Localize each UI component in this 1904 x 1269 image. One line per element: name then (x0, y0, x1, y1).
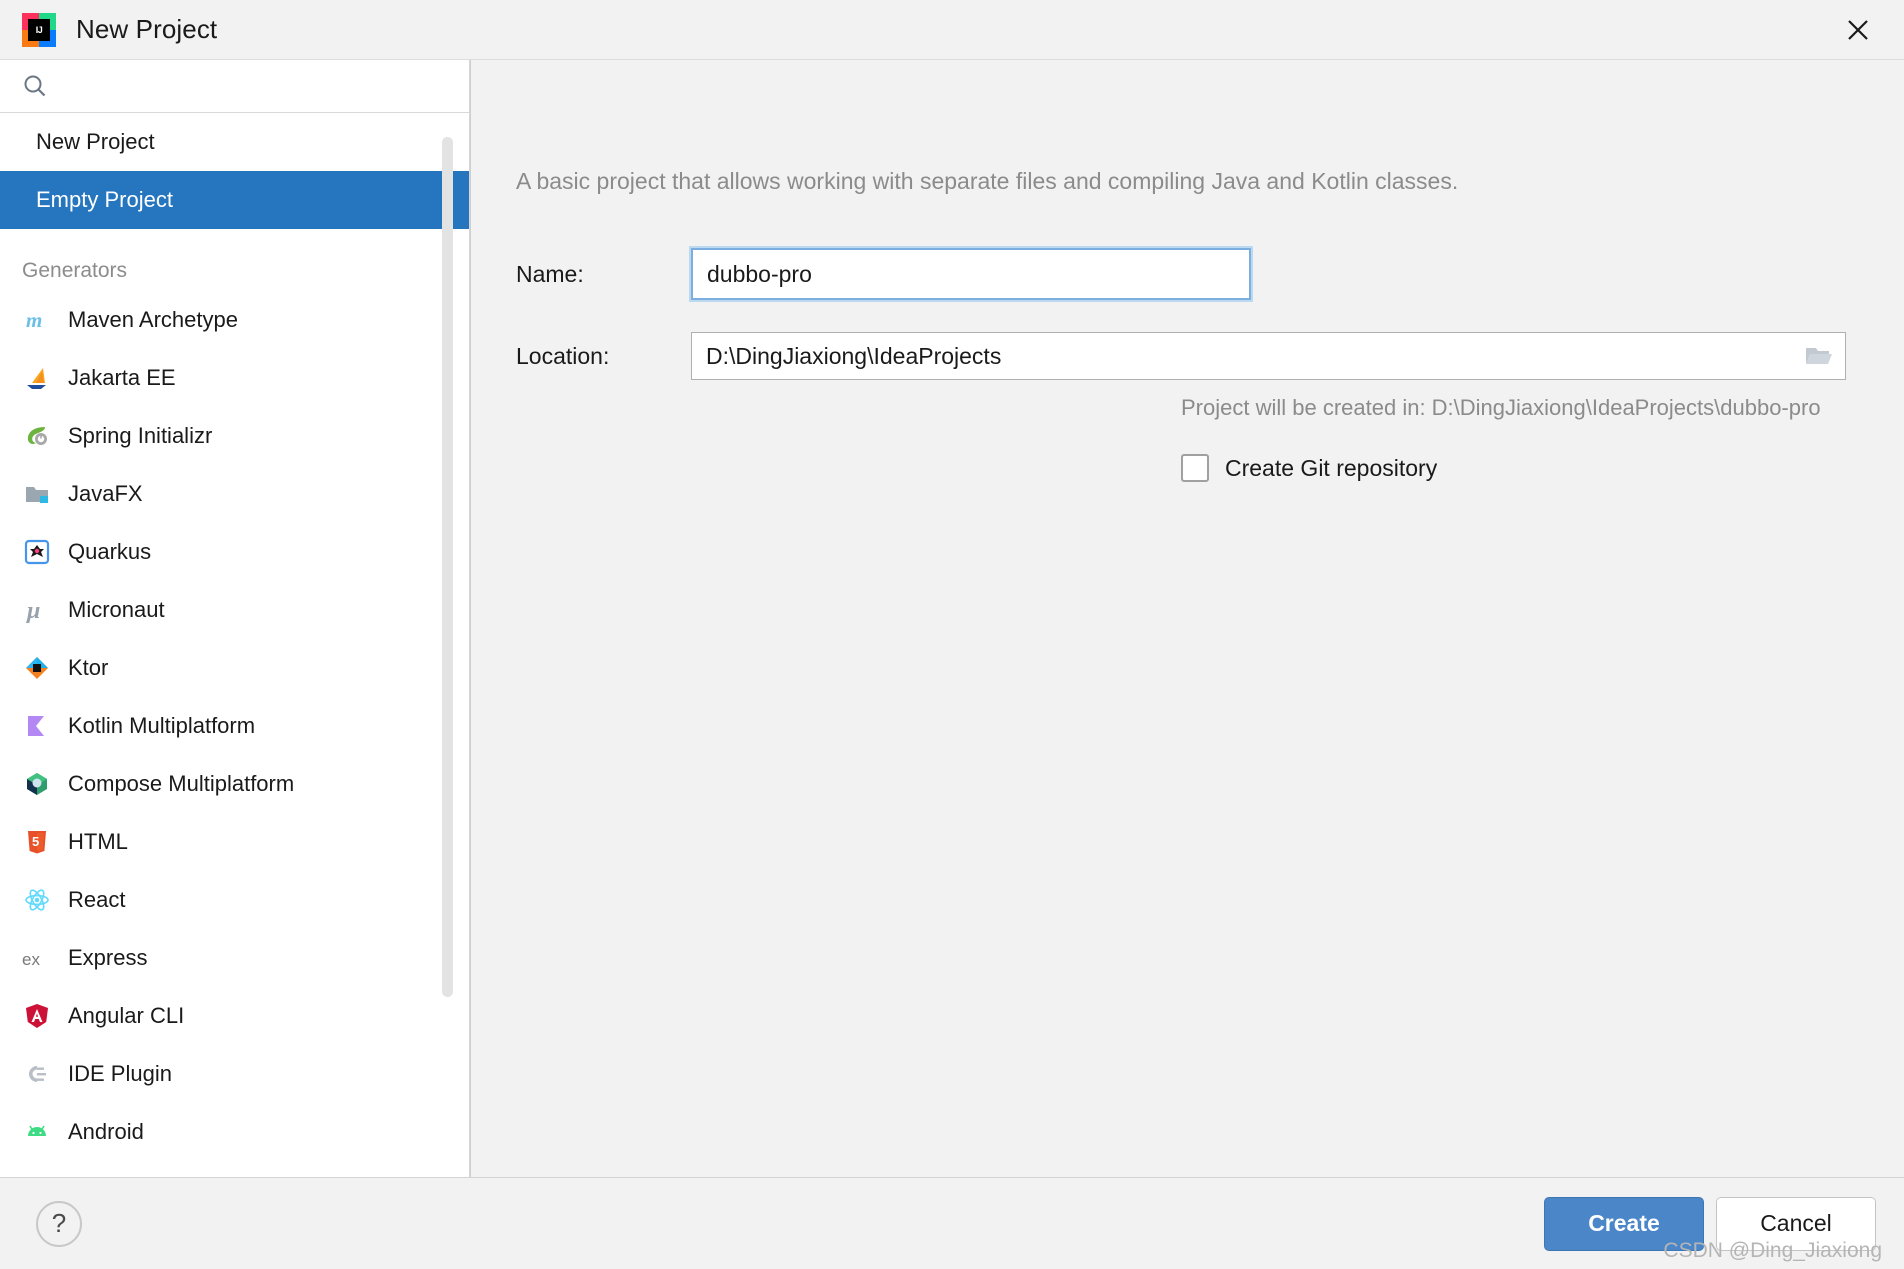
sidebar-item-new-project[interactable]: New Project (0, 113, 469, 171)
spring-icon (22, 421, 52, 451)
window-title: New Project (76, 14, 218, 44)
sidebar-item-label: Android (68, 1119, 144, 1144)
cancel-button[interactable]: Cancel (1716, 1196, 1876, 1251)
location-label: Location: (516, 342, 610, 369)
react-icon (22, 885, 52, 915)
folder-icon (1806, 348, 1832, 364)
sidebar-item-label: Maven Archetype (68, 307, 238, 332)
sidebar-item-ide-plugin[interactable]: IDE Plugin (0, 1045, 469, 1103)
left-panel: New Project Empty Project Generators m M… (0, 60, 470, 1177)
create-button[interactable]: Create (1544, 1196, 1704, 1251)
sidebar-scrollbar-thumb[interactable] (442, 137, 453, 997)
maven-icon: m (22, 305, 52, 335)
name-label: Name: (516, 260, 584, 287)
sidebar-item-label: Quarkus (68, 539, 152, 564)
sidebar-item-react[interactable]: React (0, 871, 469, 929)
sidebar-item-empty-project[interactable]: Empty Project (0, 171, 469, 229)
express-icon: ex (22, 943, 52, 973)
android-icon (22, 1117, 52, 1147)
create-git-repository-label: Create Git repository (1225, 454, 1438, 481)
intellij-idea-logo-icon: IJ (22, 12, 56, 47)
sidebar-item-label: Spring Initializr (68, 423, 213, 448)
browse-folder-button[interactable] (1793, 333, 1845, 379)
svg-text:m: m (26, 308, 42, 332)
sidebar-item-label: Ktor (68, 655, 109, 680)
logo-core-text: IJ (28, 18, 50, 41)
create-git-repository-row[interactable]: Create Git repository (1181, 454, 1437, 482)
svg-text:5: 5 (32, 834, 39, 849)
sidebar-item-label: Jakarta EE (68, 365, 176, 390)
project-description: A basic project that allows working with… (516, 168, 1459, 194)
sidebar-item-label: IDE Plugin (68, 1061, 172, 1086)
generator-nav-list: New Project Empty Project Generators m M… (0, 113, 469, 1177)
sidebar-item-maven-archetype[interactable]: m Maven Archetype (0, 291, 469, 349)
generators-group-label: Generators (22, 259, 128, 282)
sidebar-item-compose-multiplatform[interactable]: Compose Multiplatform (0, 755, 469, 813)
create-git-repository-checkbox[interactable] (1181, 454, 1209, 482)
name-input-wrapper[interactable] (691, 248, 1251, 300)
help-icon: ? (51, 1208, 67, 1238)
sidebar-item-label: JavaFX (68, 481, 143, 506)
sidebar-item-label: Kotlin Multiplatform (68, 713, 256, 738)
name-field-row: Name: (516, 248, 1251, 300)
sidebar-item-label: New Project (36, 129, 155, 154)
sidebar-item-label: React (68, 887, 126, 912)
name-input[interactable] (693, 260, 1249, 288)
sidebar-item-label: Micronaut (68, 597, 165, 622)
search-icon (24, 75, 46, 97)
sidebar-item-jakarta-ee[interactable]: Jakarta EE (0, 349, 469, 407)
sidebar-item-label: Empty Project (36, 187, 173, 212)
sidebar-item-spring-initializr[interactable]: Spring Initializr (0, 407, 469, 465)
html5-icon: 5 (22, 827, 52, 857)
sidebar-item-express[interactable]: ex Express (0, 929, 469, 987)
dialog-body: New Project Empty Project Generators m M… (0, 60, 1904, 1177)
sidebar-item-kotlin-multiplatform[interactable]: Kotlin Multiplatform (0, 697, 469, 755)
ktor-icon (22, 653, 52, 683)
sidebar-item-quarkus[interactable]: Quarkus (0, 523, 469, 581)
help-button[interactable]: ? (36, 1200, 82, 1247)
close-icon (1848, 19, 1868, 40)
sidebar-item-label: Compose Multiplatform (68, 771, 295, 796)
sidebar-item-html[interactable]: 5 HTML (0, 813, 469, 871)
plugin-icon (22, 1059, 52, 1089)
angular-icon (22, 1001, 52, 1031)
search-box[interactable] (0, 60, 469, 113)
quarkus-icon (22, 537, 52, 567)
new-project-dialog: IJ New Project New Project Empty Project… (0, 0, 1904, 1269)
svg-text:μ: μ (25, 598, 40, 624)
svg-text:ex: ex (22, 950, 40, 969)
location-input-wrapper[interactable] (691, 332, 1846, 380)
close-button[interactable] (1822, 0, 1894, 59)
location-input[interactable] (692, 342, 1793, 370)
title-bar: IJ New Project (0, 0, 1904, 60)
sidebar-item-label: Angular CLI (68, 1003, 185, 1028)
jakarta-ee-icon (22, 363, 52, 393)
right-panel: A basic project that allows working with… (470, 60, 1904, 1177)
sidebar-item-javafx[interactable]: JavaFX (0, 465, 469, 523)
sidebar-item-label: HTML (68, 829, 128, 854)
sidebar-scrollbar-track[interactable] (442, 113, 461, 1177)
sidebar-item-angular-cli[interactable]: Angular CLI (0, 987, 469, 1045)
sidebar-item-android[interactable]: Android (0, 1103, 469, 1161)
location-hint: Project will be created in: D:\DingJiaxi… (1181, 395, 1821, 420)
dialog-footer: ? Create Cancel CSDN @Ding_Jiaxiong (0, 1177, 1904, 1269)
sidebar-item-label: Express (68, 945, 148, 970)
javafx-icon (22, 479, 52, 509)
footer-actions: Create Cancel (1544, 1196, 1876, 1251)
sidebar-item-micronaut[interactable]: μ Micronaut (0, 581, 469, 639)
location-field-row: Location: (516, 332, 1846, 380)
kotlin-multiplatform-icon (22, 711, 52, 741)
compose-multiplatform-icon (22, 769, 52, 799)
micronaut-icon: μ (22, 595, 52, 625)
search-input[interactable] (62, 75, 402, 97)
sidebar-item-ktor[interactable]: Ktor (0, 639, 469, 697)
